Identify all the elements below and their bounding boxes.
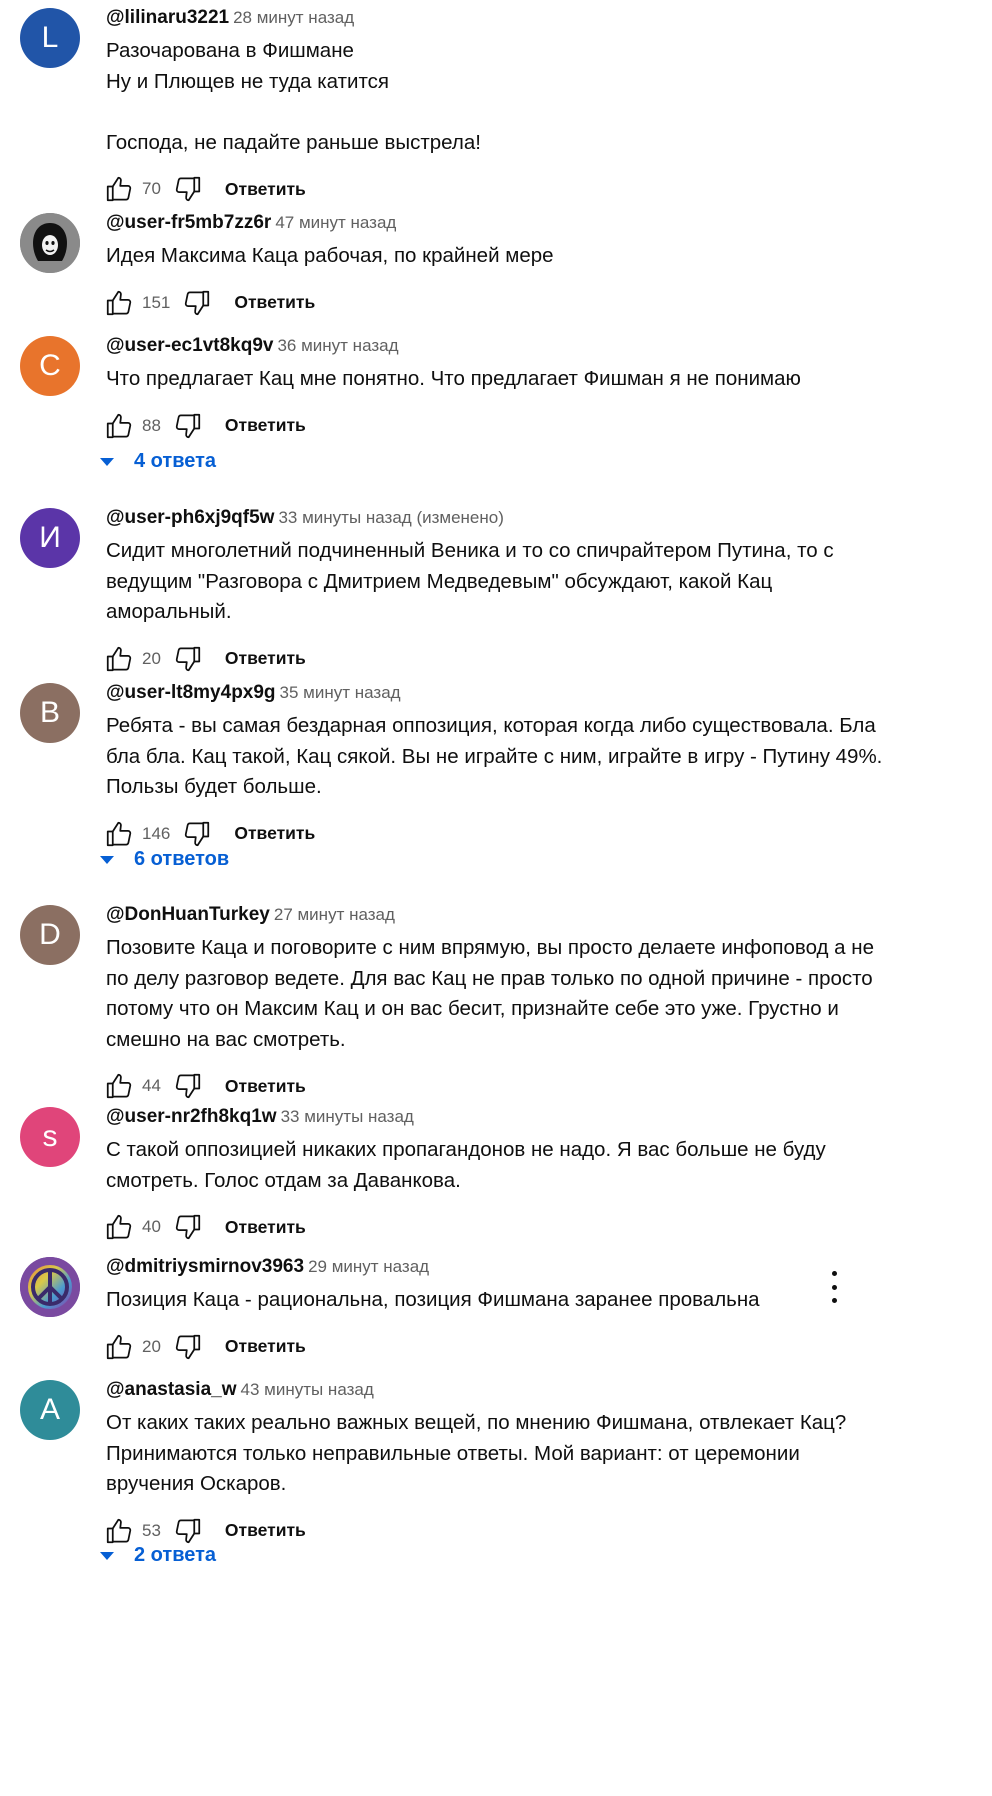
comment-actions: 146 Ответить xyxy=(106,816,952,852)
reply-button[interactable]: Ответить xyxy=(225,1076,306,1097)
comment-time[interactable]: 47 минут назад xyxy=(275,213,396,232)
dislike-icon[interactable] xyxy=(171,409,205,443)
comment-author[interactable]: @user-lt8my4px9g xyxy=(106,682,276,703)
like-icon[interactable] xyxy=(102,642,136,676)
like-count: 20 xyxy=(142,648,161,668)
view-replies-button[interactable]: 4 ответа xyxy=(100,450,216,473)
comment-author[interactable]: @dmitriysmirnov3963 xyxy=(106,1256,304,1277)
comment-time[interactable]: 33 минуты назад xyxy=(281,1107,414,1126)
avatar[interactable] xyxy=(20,213,80,273)
like-count: 88 xyxy=(142,415,161,435)
comment-author[interactable]: @user-nr2fh8kq1w xyxy=(106,1106,277,1127)
comment-time[interactable]: 36 минут назад xyxy=(277,336,398,355)
comment-actions: 53 Ответить xyxy=(106,1513,952,1549)
like-icon[interactable] xyxy=(102,172,136,206)
dislike-icon[interactable] xyxy=(180,817,214,851)
avatar[interactable]: L xyxy=(20,8,80,68)
like-count: 146 xyxy=(142,823,171,843)
avatar-letter: L xyxy=(41,21,59,54)
dislike-icon[interactable] xyxy=(171,172,205,206)
comment-actions: 88 Ответить xyxy=(106,408,952,444)
replies-count: 6 ответов xyxy=(134,848,230,870)
peace-sign-icon xyxy=(20,1257,80,1317)
reply-button[interactable]: Ответить xyxy=(225,1520,306,1541)
reply-button[interactable]: Ответить xyxy=(225,1217,306,1238)
avatar-letter: s xyxy=(42,1120,58,1153)
caret-down-icon xyxy=(100,457,114,466)
caret-down-icon xyxy=(100,855,114,864)
reply-button[interactable]: Ответить xyxy=(234,292,315,313)
dislike-icon[interactable] xyxy=(180,286,214,320)
view-replies-button[interactable]: 6 ответов xyxy=(100,848,229,871)
like-icon[interactable] xyxy=(102,817,136,851)
reply-button[interactable]: Ответить xyxy=(234,823,315,844)
avatar[interactable] xyxy=(20,1257,80,1317)
avatar[interactable]: C xyxy=(20,336,80,396)
comment-time[interactable]: 33 минуты назад (изменено) xyxy=(278,508,503,527)
avatar[interactable]: B xyxy=(20,683,80,743)
comment-text: Идея Максима Каца рабочая, по крайней ме… xyxy=(106,244,554,267)
like-count: 20 xyxy=(142,1336,161,1356)
avatar[interactable]: s xyxy=(20,1107,80,1167)
avatar-letter: B xyxy=(39,696,60,729)
comment-time[interactable]: 35 минут назад xyxy=(280,683,401,702)
like-count: 53 xyxy=(142,1520,161,1540)
dislike-icon[interactable] xyxy=(171,1330,205,1364)
like-icon[interactable] xyxy=(102,1514,136,1548)
comment-time[interactable]: 29 минут назад xyxy=(308,1257,429,1276)
like-count: 40 xyxy=(142,1217,161,1236)
comment-text: Разочарована в Фишмане Ну и Плющев не ту… xyxy=(106,39,481,154)
comment-time[interactable]: 27 минут назад xyxy=(274,905,395,924)
comment-actions: 151 Ответить xyxy=(106,285,952,321)
comment-actions: 70 Ответить xyxy=(106,171,952,207)
like-count: 44 xyxy=(142,1076,161,1095)
like-icon[interactable] xyxy=(102,409,136,443)
reply-button[interactable]: Ответить xyxy=(225,1336,306,1357)
comment-time[interactable]: 28 минут назад xyxy=(233,8,354,27)
avatar-letter: A xyxy=(39,1393,60,1426)
dislike-icon[interactable] xyxy=(171,1069,205,1103)
comment-author[interactable]: @user-ph6xj9qf5w xyxy=(106,507,274,528)
comment-actions: 20 Ответить xyxy=(106,1329,952,1365)
caret-down-icon xyxy=(100,1551,114,1560)
avatar[interactable]: И xyxy=(20,508,80,568)
comment-actions: 40 Ответить xyxy=(106,1209,952,1245)
reply-button[interactable]: Ответить xyxy=(225,179,306,200)
hooded-figure-icon xyxy=(20,213,80,273)
comment-text: Ребята - вы самая бездарная оппозиция, к… xyxy=(106,714,883,798)
comment-author[interactable]: @anastasia_w xyxy=(106,1379,237,1400)
like-icon[interactable] xyxy=(102,1210,136,1244)
like-icon[interactable] xyxy=(102,1069,136,1103)
comment-author[interactable]: @user-ec1vt8kq9v xyxy=(106,335,273,356)
comment-time[interactable]: 43 минуты назад xyxy=(241,1380,374,1399)
comment-text: Что предлагает Кац мне понятно. Что пред… xyxy=(106,367,801,390)
like-icon[interactable] xyxy=(102,1330,136,1364)
comment-text: Позовите Каца и поговорите с ним впрямую… xyxy=(106,936,874,1051)
reply-button[interactable]: Ответить xyxy=(225,415,306,436)
comment-text: С такой оппозицией никаких пропагандонов… xyxy=(106,1138,826,1192)
like-count: 151 xyxy=(142,292,171,312)
comment-author[interactable]: @DonHuanTurkey xyxy=(106,904,270,925)
dislike-icon[interactable] xyxy=(171,642,205,676)
replies-count: 2 ответа xyxy=(134,1544,217,1566)
comment-author[interactable]: @lilinaru3221 xyxy=(106,7,229,28)
like-count: 70 xyxy=(142,179,161,198)
avatar-letter: И xyxy=(39,521,61,554)
reply-button[interactable]: Ответить xyxy=(225,648,306,669)
comment-actions: 20 Ответить xyxy=(106,641,952,677)
dislike-icon[interactable] xyxy=(171,1210,205,1244)
replies-count: 4 ответа xyxy=(134,450,217,472)
view-replies-button[interactable]: 2 ответа xyxy=(100,1544,216,1567)
avatar-letter: D xyxy=(39,918,61,951)
avatar[interactable]: D xyxy=(20,905,80,965)
comment-text: От каких таких реально важных вещей, по … xyxy=(106,1411,847,1495)
more-options-icon[interactable] xyxy=(822,1271,846,1303)
dislike-icon[interactable] xyxy=(171,1514,205,1548)
like-icon[interactable] xyxy=(102,286,136,320)
comment-text: Сидит многолетний подчиненный Веника и т… xyxy=(106,539,834,623)
avatar[interactable]: A xyxy=(20,1380,80,1440)
comment-actions: 44 Ответить xyxy=(106,1068,952,1104)
avatar-letter: C xyxy=(39,349,61,382)
comment-author[interactable]: @user-fr5mb7zz6r xyxy=(106,212,271,233)
